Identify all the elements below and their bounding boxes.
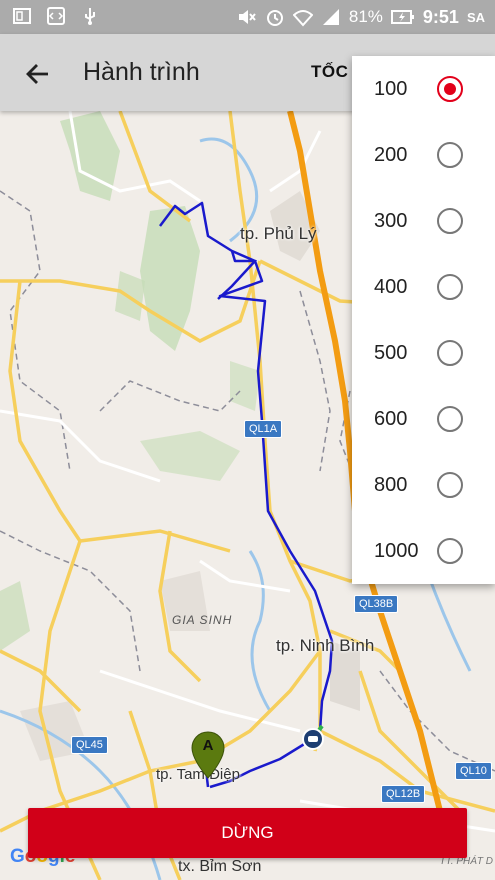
speed-option-1000[interactable]: 1000 xyxy=(352,518,495,584)
battery-charging-icon xyxy=(390,10,414,24)
speed-option-400[interactable]: 400 xyxy=(352,254,495,320)
arrow-back-icon xyxy=(26,64,48,84)
speed-option-600[interactable]: 600 xyxy=(352,386,495,452)
usb-icon xyxy=(85,8,95,25)
road-badge-ql45: QL45 xyxy=(71,736,108,754)
speed-option-label: 800 xyxy=(374,473,408,496)
radio-selected[interactable] xyxy=(437,76,463,102)
speed-menu-label[interactable]: TỐC xyxy=(311,62,348,82)
place-gia-sinh: GIA SINH xyxy=(172,613,233,627)
radio-unselected[interactable] xyxy=(437,142,463,168)
page-title: Hành trình xyxy=(83,58,200,86)
radio-unselected[interactable] xyxy=(437,472,463,498)
radio-unselected[interactable] xyxy=(437,340,463,366)
radio-unselected[interactable] xyxy=(437,538,463,564)
start-marker[interactable]: A xyxy=(191,731,225,779)
status-system: 81% 9:51 SA xyxy=(237,6,485,28)
clock-ampm: SA xyxy=(466,9,485,25)
start-marker-label: A xyxy=(202,737,214,754)
alarm-icon xyxy=(266,10,283,26)
place-ninh-binh: tp. Ninh Bình xyxy=(276,636,375,655)
wifi-icon xyxy=(292,10,313,27)
radio-unselected[interactable] xyxy=(437,274,463,300)
road-badge-ql10: QL10 xyxy=(455,762,492,780)
stop-button[interactable]: DỪNG xyxy=(28,808,467,858)
road-badge-ql38b: QL38B xyxy=(354,595,399,613)
radio-unselected[interactable] xyxy=(437,208,463,234)
radio-unselected[interactable] xyxy=(437,406,463,432)
speed-option-label: 100 xyxy=(374,77,408,100)
speed-option-label: 300 xyxy=(374,209,408,232)
signal-icon xyxy=(322,9,339,25)
vehicle-marker-icon[interactable] xyxy=(302,728,324,750)
speed-option-200[interactable]: 200 xyxy=(352,122,495,188)
speed-option-label: 1000 xyxy=(374,539,419,562)
speed-option-100[interactable]: 100 xyxy=(352,56,495,122)
mute-icon xyxy=(238,10,256,24)
speed-option-label: 200 xyxy=(374,143,408,166)
place-phu-ly: tp. Phủ Lý xyxy=(240,224,317,243)
speed-option-label: 500 xyxy=(374,341,408,364)
clock-time: 9:51 xyxy=(422,6,459,27)
status-notifications xyxy=(12,6,100,26)
speed-option-800[interactable]: 800 xyxy=(352,452,495,518)
road-badge-ql1a: QL1A xyxy=(244,420,283,438)
road-badge-ql12b: QL12B xyxy=(381,785,426,803)
developer-code-icon xyxy=(47,7,65,25)
speed-option-300[interactable]: 300 xyxy=(352,188,495,254)
sim-card-icon xyxy=(13,8,31,24)
speed-option-label: 600 xyxy=(374,407,408,430)
speed-option-label: 400 xyxy=(374,275,408,298)
back-button[interactable] xyxy=(18,54,58,94)
speed-option-500[interactable]: 500 xyxy=(352,320,495,386)
place-bim-son: tx. Bỉm Sơn xyxy=(178,858,262,875)
speed-dropdown: 100 200 300 400 500 600 800 1000 xyxy=(352,56,495,584)
battery-percent: 81% xyxy=(348,7,383,26)
status-bar: 81% 9:51 SA xyxy=(0,0,495,34)
